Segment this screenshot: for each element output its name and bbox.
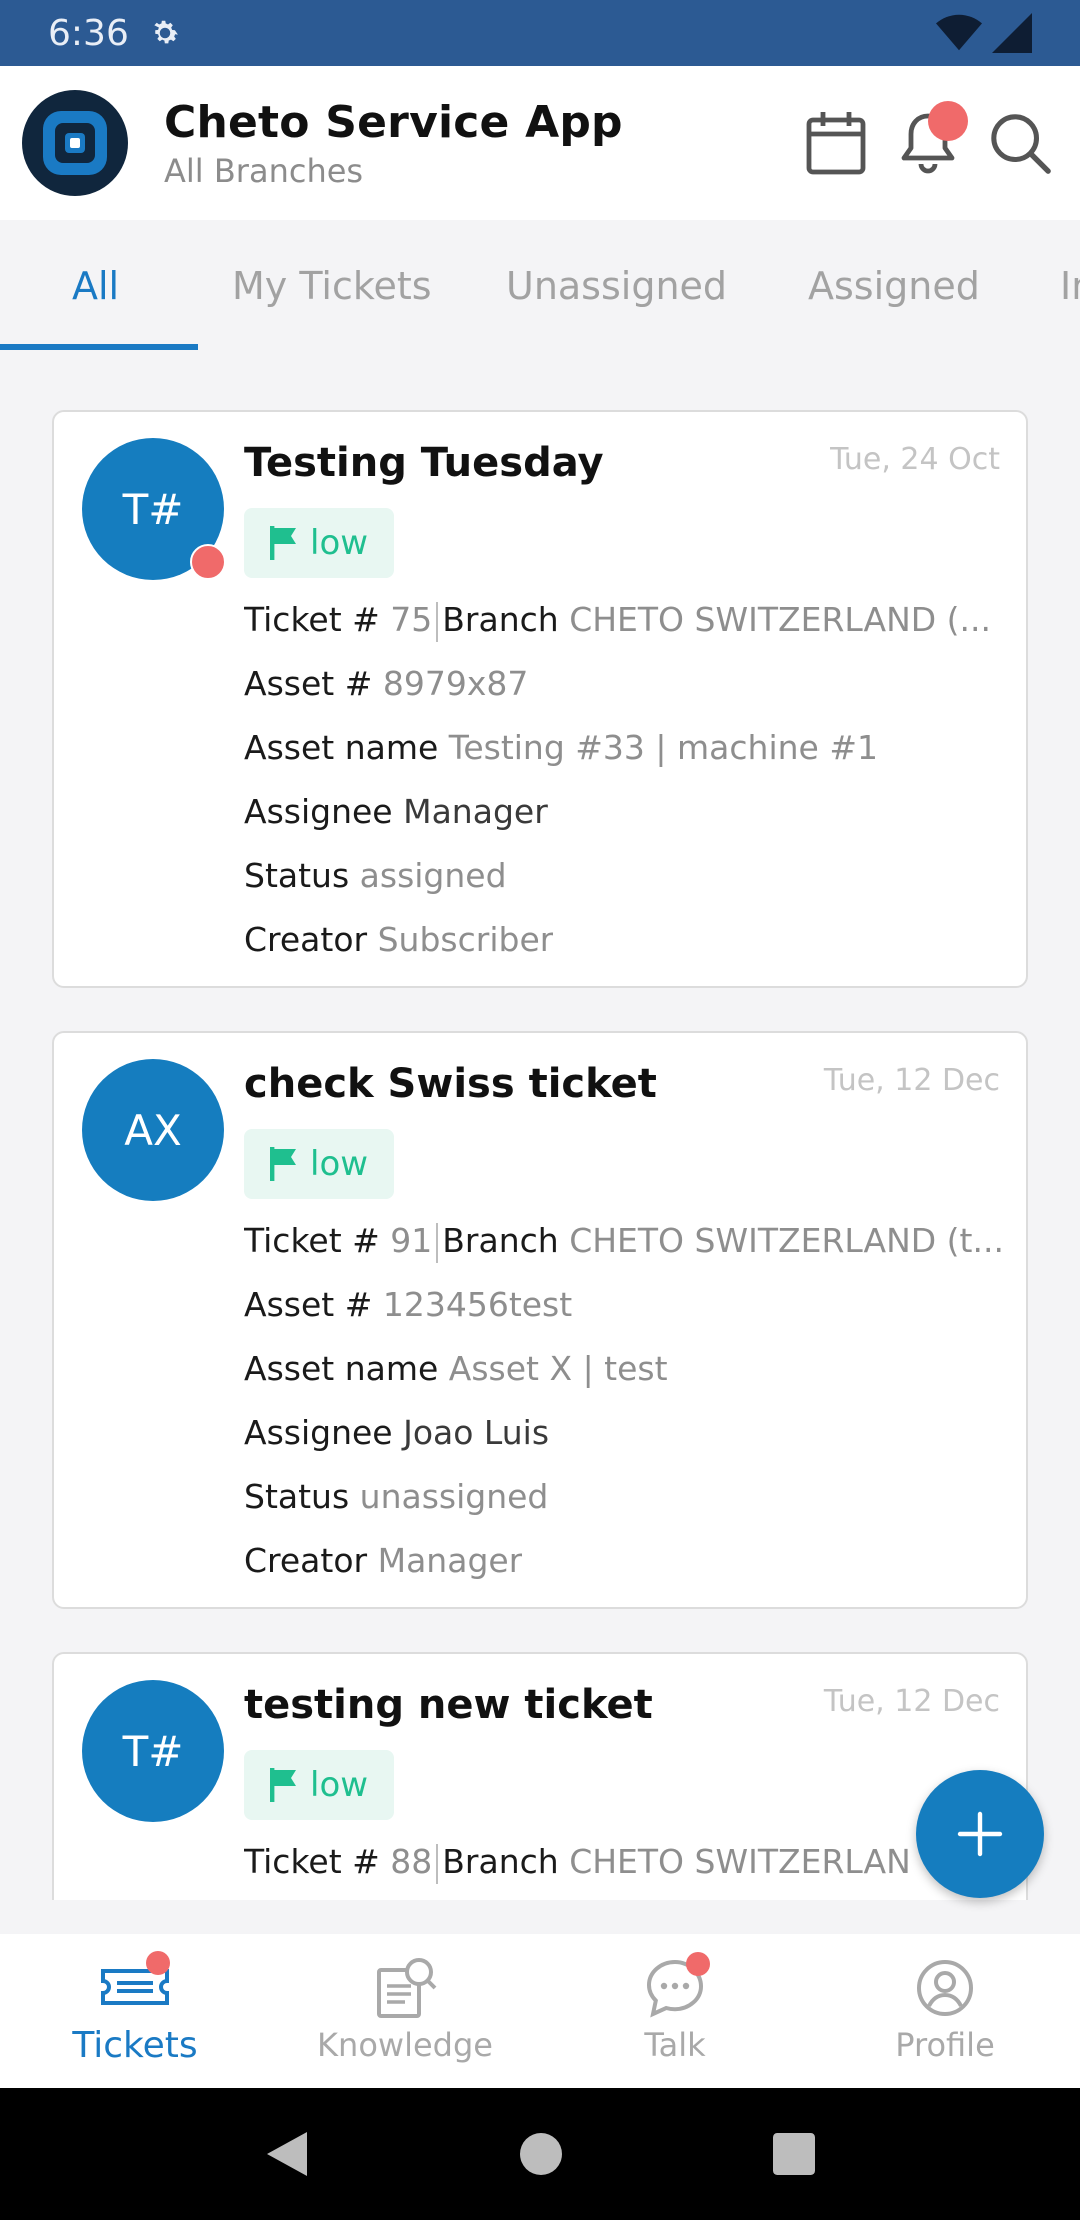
ticket-card[interactable]: AX check Swiss ticket Tue, 12 Dec low Ti… xyxy=(52,1031,1028,1609)
nav-talk[interactable]: Talk xyxy=(540,1934,810,2088)
flag-icon xyxy=(270,1147,296,1181)
app-header: Cheto Service App All Branches xyxy=(0,66,1080,220)
unread-dot xyxy=(190,544,226,580)
asset-number: 123456test xyxy=(382,1285,573,1324)
tab-in[interactable]: In xyxy=(1060,220,1080,352)
priority-label: low xyxy=(310,1765,369,1805)
nav-tickets-label: Tickets xyxy=(72,2024,198,2066)
ticket-number: 91 xyxy=(390,1221,433,1260)
tickets-badge xyxy=(146,1950,170,1975)
creator-row: Creator Subscriber xyxy=(244,920,554,959)
branch-subtitle[interactable]: All Branches xyxy=(164,152,623,190)
talk-badge xyxy=(686,1952,710,1976)
status-icons xyxy=(936,13,1032,53)
assignee: Joao Luis xyxy=(403,1413,550,1452)
priority-label: low xyxy=(310,523,369,563)
priority-badge: low xyxy=(244,1750,395,1820)
assignee-row: Assignee Manager xyxy=(244,792,548,831)
tab-my-tickets[interactable]: My Tickets xyxy=(232,220,432,352)
asset-name-row: Asset name Testing #33 | machine #1 xyxy=(244,728,878,767)
ticket-creator: Subscriber xyxy=(377,920,554,959)
status-bar: 6:36 xyxy=(0,0,1080,66)
ticket-date: Tue, 24 Oct xyxy=(830,442,1000,477)
nav-knowledge[interactable]: Knowledge xyxy=(270,1934,540,2088)
tab-assigned[interactable]: Assigned xyxy=(808,220,980,352)
search-icon xyxy=(991,114,1051,174)
active-tab-indicator xyxy=(0,344,198,350)
knowledge-icon xyxy=(377,1958,437,2018)
app-title: Cheto Service App xyxy=(164,96,623,148)
ticket-list[interactable]: T# Testing Tuesday Tue, 24 Oct low Ticke… xyxy=(0,352,1080,1900)
priority-badge: low xyxy=(244,508,395,578)
status-row: Status unassigned xyxy=(244,1477,549,1516)
tab-all[interactable]: All xyxy=(72,220,119,352)
plus-icon xyxy=(957,1811,1003,1857)
nav-profile[interactable]: Profile xyxy=(810,1934,1080,2088)
status-time: 6:36 xyxy=(48,12,129,54)
flag-icon xyxy=(270,526,296,560)
ticket-number: 88 xyxy=(390,1842,433,1881)
ticket-avatar: T# xyxy=(82,438,226,580)
ticket-branch: CHETO SWITZERLAND (... xyxy=(569,600,992,639)
search-button[interactable] xyxy=(988,107,1052,179)
asset-number: 8979x87 xyxy=(382,664,529,703)
profile-icon xyxy=(917,1960,973,2016)
notification-badge xyxy=(928,101,968,141)
flag-icon xyxy=(270,1768,296,1802)
asset-name: Asset X | test xyxy=(448,1349,668,1388)
ticket-title: testing new ticket xyxy=(244,1682,653,1728)
ticket-avatar: T# xyxy=(82,1680,224,1822)
add-ticket-button[interactable] xyxy=(916,1770,1044,1898)
avatar-initials: T# xyxy=(122,484,184,534)
ticket-title: Testing Tuesday xyxy=(244,440,604,486)
wifi-icon xyxy=(936,14,982,51)
bottom-nav: Tickets Knowledge Talk Profile xyxy=(0,1934,1080,2088)
asset-number-row: Asset # 123456test xyxy=(244,1285,573,1324)
asset-name-row: Asset name Asset X | test xyxy=(244,1349,668,1388)
ticket-filter-tabs: All My Tickets Unassigned Assigned In xyxy=(0,220,1080,352)
home-icon[interactable] xyxy=(519,2133,562,2175)
calendar-button[interactable] xyxy=(804,107,868,179)
logo-icon xyxy=(43,111,107,175)
priority-badge: low xyxy=(244,1129,395,1199)
asset-name: Testing #33 | machine #1 xyxy=(448,728,878,767)
ticket-number-row: Ticket # 75 Branch CHETO SWITZERLAND (... xyxy=(244,600,991,642)
ticket-card[interactable]: T# testing new ticket Tue, 12 Dec low Ti… xyxy=(52,1652,1028,1900)
asset-number-row: Asset # 8979x87 xyxy=(244,664,529,703)
ticket-date: Tue, 12 Dec xyxy=(823,1684,1000,1719)
status-row: Status assigned xyxy=(244,856,507,895)
assignee-row: Assignee Joao Luis xyxy=(244,1413,550,1452)
recents-icon[interactable] xyxy=(772,2133,815,2175)
priority-label: low xyxy=(310,1144,369,1184)
ticket-creator: Manager xyxy=(377,1541,523,1580)
avatar-initials: AX xyxy=(124,1105,182,1155)
back-icon[interactable] xyxy=(265,2130,309,2178)
ticket-status: assigned xyxy=(359,856,507,895)
tab-unassigned[interactable]: Unassigned xyxy=(506,220,727,352)
ticket-card[interactable]: T# Testing Tuesday Tue, 24 Oct low Ticke… xyxy=(52,410,1028,988)
nav-knowledge-label: Knowledge xyxy=(317,2026,493,2064)
nav-talk-label: Talk xyxy=(644,2026,706,2064)
ticket-title: check Swiss ticket xyxy=(244,1061,657,1107)
notifications-button[interactable] xyxy=(896,101,968,179)
ticket-avatar: AX xyxy=(82,1059,224,1201)
ticket-branch: CHETO SWITZERLAND (t... xyxy=(569,1221,1004,1260)
nav-profile-label: Profile xyxy=(895,2026,995,2064)
gear-icon xyxy=(154,20,178,44)
ticket-number-row: Ticket # 88 Branch CHETO SWITZERLAN xyxy=(244,1842,911,1884)
ticket-status: unassigned xyxy=(359,1477,549,1516)
avatar-initials: T# xyxy=(122,1726,184,1776)
ticket-date: Tue, 12 Dec xyxy=(823,1063,1000,1098)
assignee: Manager xyxy=(403,792,548,831)
system-nav-bar xyxy=(0,2088,1080,2220)
creator-row: Creator Manager xyxy=(244,1541,523,1580)
calendar-icon xyxy=(806,112,866,175)
signal-icon xyxy=(992,13,1032,53)
ticket-number: 75 xyxy=(390,600,433,639)
ticket-branch: CHETO SWITZERLAN xyxy=(569,1842,911,1881)
app-logo xyxy=(22,90,128,196)
ticket-number-row: Ticket # 91 Branch CHETO SWITZERLAND (t..… xyxy=(244,1221,1004,1263)
nav-tickets[interactable]: Tickets xyxy=(0,1934,270,2088)
